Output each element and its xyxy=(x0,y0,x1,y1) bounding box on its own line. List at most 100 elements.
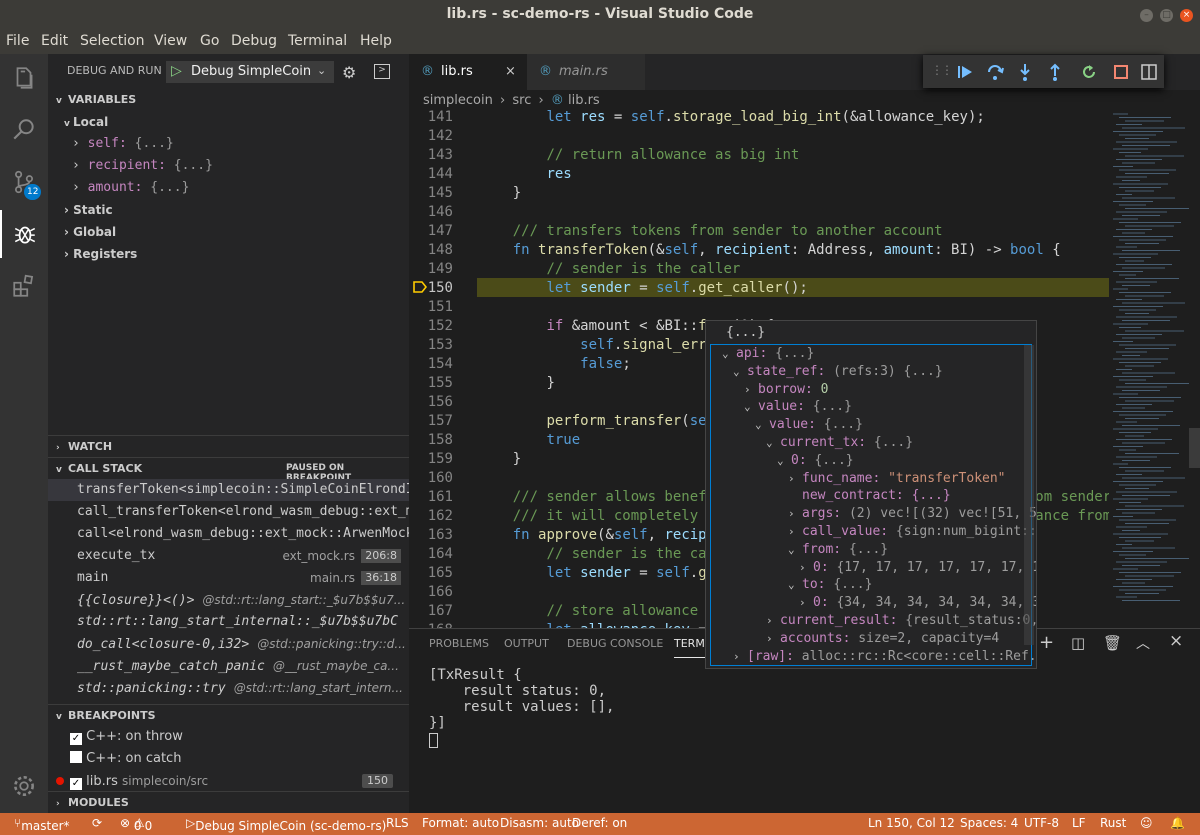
line-number[interactable]: 163 xyxy=(409,526,453,545)
hover-scrollbar[interactable] xyxy=(1024,345,1034,645)
line-number[interactable]: 152 xyxy=(409,317,453,336)
line-number[interactable]: 147 xyxy=(409,222,453,241)
split-terminal-icon[interactable]: ◫ xyxy=(1071,634,1085,652)
tab-problems[interactable]: PROBLEMS xyxy=(429,637,489,650)
disasm-status[interactable]: Disasm: auto xyxy=(500,816,579,830)
checkbox-unchecked-icon[interactable] xyxy=(70,751,82,763)
hover-tree-item[interactable]: new_contract: {...} xyxy=(788,487,951,505)
line-number[interactable]: 165 xyxy=(409,564,453,583)
variable-recipient[interactable]: › recipient: {...} xyxy=(72,155,213,177)
step-out-icon[interactable] xyxy=(1045,62,1065,82)
continue-icon[interactable] xyxy=(955,62,975,82)
code-line[interactable]: 149 // sender is the caller xyxy=(409,260,1109,279)
variables-static[interactable]: › Static xyxy=(64,199,113,221)
line-number[interactable]: 146 xyxy=(409,203,453,222)
callstack-frame[interactable]: do_call<closure-0,i32> @std::panicking::t… xyxy=(48,633,409,656)
line-number[interactable]: 161 xyxy=(409,488,453,507)
debug-hover-widget[interactable]: {...} ⌄ api: {...} ⌄ state_ref: (refs:3) {.… xyxy=(705,320,1037,669)
menu-terminal[interactable]: Terminal xyxy=(288,33,347,49)
add-terminal-icon[interactable]: + xyxy=(1039,632,1054,653)
tab-debug-console[interactable]: DEBUG CONSOLE xyxy=(567,637,663,650)
checkbox-checked-icon[interactable]: ✓ xyxy=(70,778,82,790)
variables-global[interactable]: › Global xyxy=(64,221,116,243)
language-status[interactable]: Rust xyxy=(1100,816,1126,830)
hover-tree-item[interactable]: ›current_result: {result_status:0,... xyxy=(766,612,1036,630)
menu-edit[interactable]: Edit xyxy=(41,33,68,49)
terminal-output[interactable]: [TxResult { result status: 0, result val… xyxy=(429,667,614,731)
maximize-button[interactable]: □ xyxy=(1160,9,1173,22)
line-number[interactable]: 159 xyxy=(409,450,453,469)
menu-selection[interactable]: Selection xyxy=(80,33,145,49)
line-number[interactable]: 164 xyxy=(409,545,453,564)
chevron-right-icon[interactable]: › xyxy=(744,381,758,399)
code-line[interactable]: 144 res xyxy=(409,165,1109,184)
line-number[interactable]: 143 xyxy=(409,146,453,165)
chevron-down-icon[interactable]: ⌄ xyxy=(766,434,780,452)
code-line[interactable]: 145 } xyxy=(409,184,1109,203)
menu-help[interactable]: Help xyxy=(360,33,392,49)
chevron-down-icon[interactable]: ⌄ xyxy=(722,345,736,363)
breakpoint-lib-rs[interactable]: ✓ lib.rs simplecoin/src 150 xyxy=(56,770,401,793)
variables-local[interactable]: v Local xyxy=(64,111,108,135)
line-number[interactable]: 149 xyxy=(409,260,453,279)
debug-icon[interactable] xyxy=(0,210,48,258)
hover-tree-item[interactable]: › func_name: "transferToken" xyxy=(788,470,1006,488)
line-number[interactable]: 167 xyxy=(409,602,453,621)
checkbox-checked-icon[interactable]: ✓ xyxy=(70,733,82,745)
breakpoint-cpp-throw[interactable]: ✓ C++: on throw xyxy=(70,726,183,748)
maximize-panel-icon[interactable]: ︿ xyxy=(1136,633,1150,653)
callstack-frame[interactable]: call<elrond_wasm_debug::ext_mock::ArwenM… xyxy=(48,523,409,545)
stop-icon[interactable] xyxy=(1111,62,1131,82)
trash-icon[interactable]: 🗑 xyxy=(1103,634,1122,652)
callstack-frame[interactable]: std::rt::lang_start_internal::_$u7b$$u7b… xyxy=(48,611,409,633)
chevron-right-icon[interactable]: › xyxy=(799,559,813,577)
callstack-frame[interactable]: execute_tx ext_mock.rs 206:8 xyxy=(48,545,409,567)
bell-icon[interactable]: 🔔 xyxy=(1170,816,1185,830)
chevron-right-icon[interactable]: › xyxy=(799,594,813,612)
sync-icon[interactable]: ⟳ xyxy=(92,816,102,830)
format-status[interactable]: Format: auto xyxy=(422,816,499,830)
line-number[interactable]: 160 xyxy=(409,469,453,488)
callstack-frame[interactable]: main main.rs 36:18 xyxy=(48,567,409,589)
search-icon[interactable] xyxy=(0,106,48,154)
code-line[interactable]: 143 // return allowance as big int xyxy=(409,146,1109,165)
hover-tree-item[interactable]: › [raw]: alloc::rc::Rc<core::cell::Ref... xyxy=(733,648,1036,666)
hover-tree-item[interactable]: › accounts: size=2, capacity=4 xyxy=(766,630,999,648)
eol-status[interactable]: LF xyxy=(1072,816,1086,830)
watch-section-header[interactable]: › WATCH xyxy=(48,435,409,457)
hover-tree-item[interactable]: ⌄ value: {...} xyxy=(744,398,852,416)
line-number[interactable]: 148 xyxy=(409,241,453,260)
line-number[interactable]: 157 xyxy=(409,412,453,431)
close-window-button[interactable]: × xyxy=(1180,9,1193,22)
breadcrumb-item[interactable]: src xyxy=(512,93,531,108)
hover-tree-item[interactable]: ⌄ from: {...} xyxy=(788,541,888,559)
close-panel-icon[interactable]: × xyxy=(1169,631,1183,651)
start-debug-icon[interactable]: ▷ xyxy=(171,63,182,79)
breakpoints-section-header[interactable]: v BREAKPOINTS xyxy=(48,704,409,726)
line-number[interactable]: 141 xyxy=(409,108,453,127)
step-into-icon[interactable] xyxy=(1015,62,1035,82)
variable-self[interactable]: › self: {...} xyxy=(72,133,174,155)
debug-console-icon[interactable]: > xyxy=(374,64,390,79)
breadcrumb-item[interactable]: lib.rs xyxy=(568,93,600,108)
line-number[interactable]: 166 xyxy=(409,583,453,602)
debug-status[interactable]: ▷ Debug SimpleCoin (sc-demo-rs) xyxy=(186,816,386,833)
callstack-frame[interactable]: {{closure}}<()> @std::rt::lang_start::_$u… xyxy=(48,589,409,612)
problems-status[interactable]: ⊗ 0 ⚠ 0 xyxy=(120,816,152,833)
chevron-right-icon[interactable]: › xyxy=(766,612,780,630)
chevron-down-icon[interactable]: ⌄ xyxy=(733,363,747,381)
chevron-right-icon[interactable]: › xyxy=(733,648,747,666)
indentation-status[interactable]: Spaces: 4 xyxy=(960,816,1018,830)
branch-status[interactable]: ⑂ master* xyxy=(14,816,70,833)
restart-icon[interactable] xyxy=(1079,62,1099,82)
line-number[interactable]: 153 xyxy=(409,336,453,355)
hover-tree-item[interactable]: ⌄ to: {...} xyxy=(788,576,872,594)
tab-lib-rs[interactable]: ® lib.rs × xyxy=(409,54,527,90)
encoding-status[interactable]: UTF-8 xyxy=(1024,816,1059,830)
cursor-position[interactable]: Ln 150, Col 12 xyxy=(868,816,955,830)
code-line[interactable]: 150 let sender = self.get_caller(); xyxy=(409,279,1109,298)
hover-tree-item[interactable]: ⌄ value: {...} xyxy=(755,416,863,434)
hover-tree-item[interactable]: ⌄ state_ref: (refs:3) {...} xyxy=(733,363,943,381)
code-line[interactable]: 147 /// transfers tokens from sender to … xyxy=(409,222,1109,241)
debug-config-select[interactable]: ▷ Debug SimpleCoin ⌄ xyxy=(166,61,334,83)
